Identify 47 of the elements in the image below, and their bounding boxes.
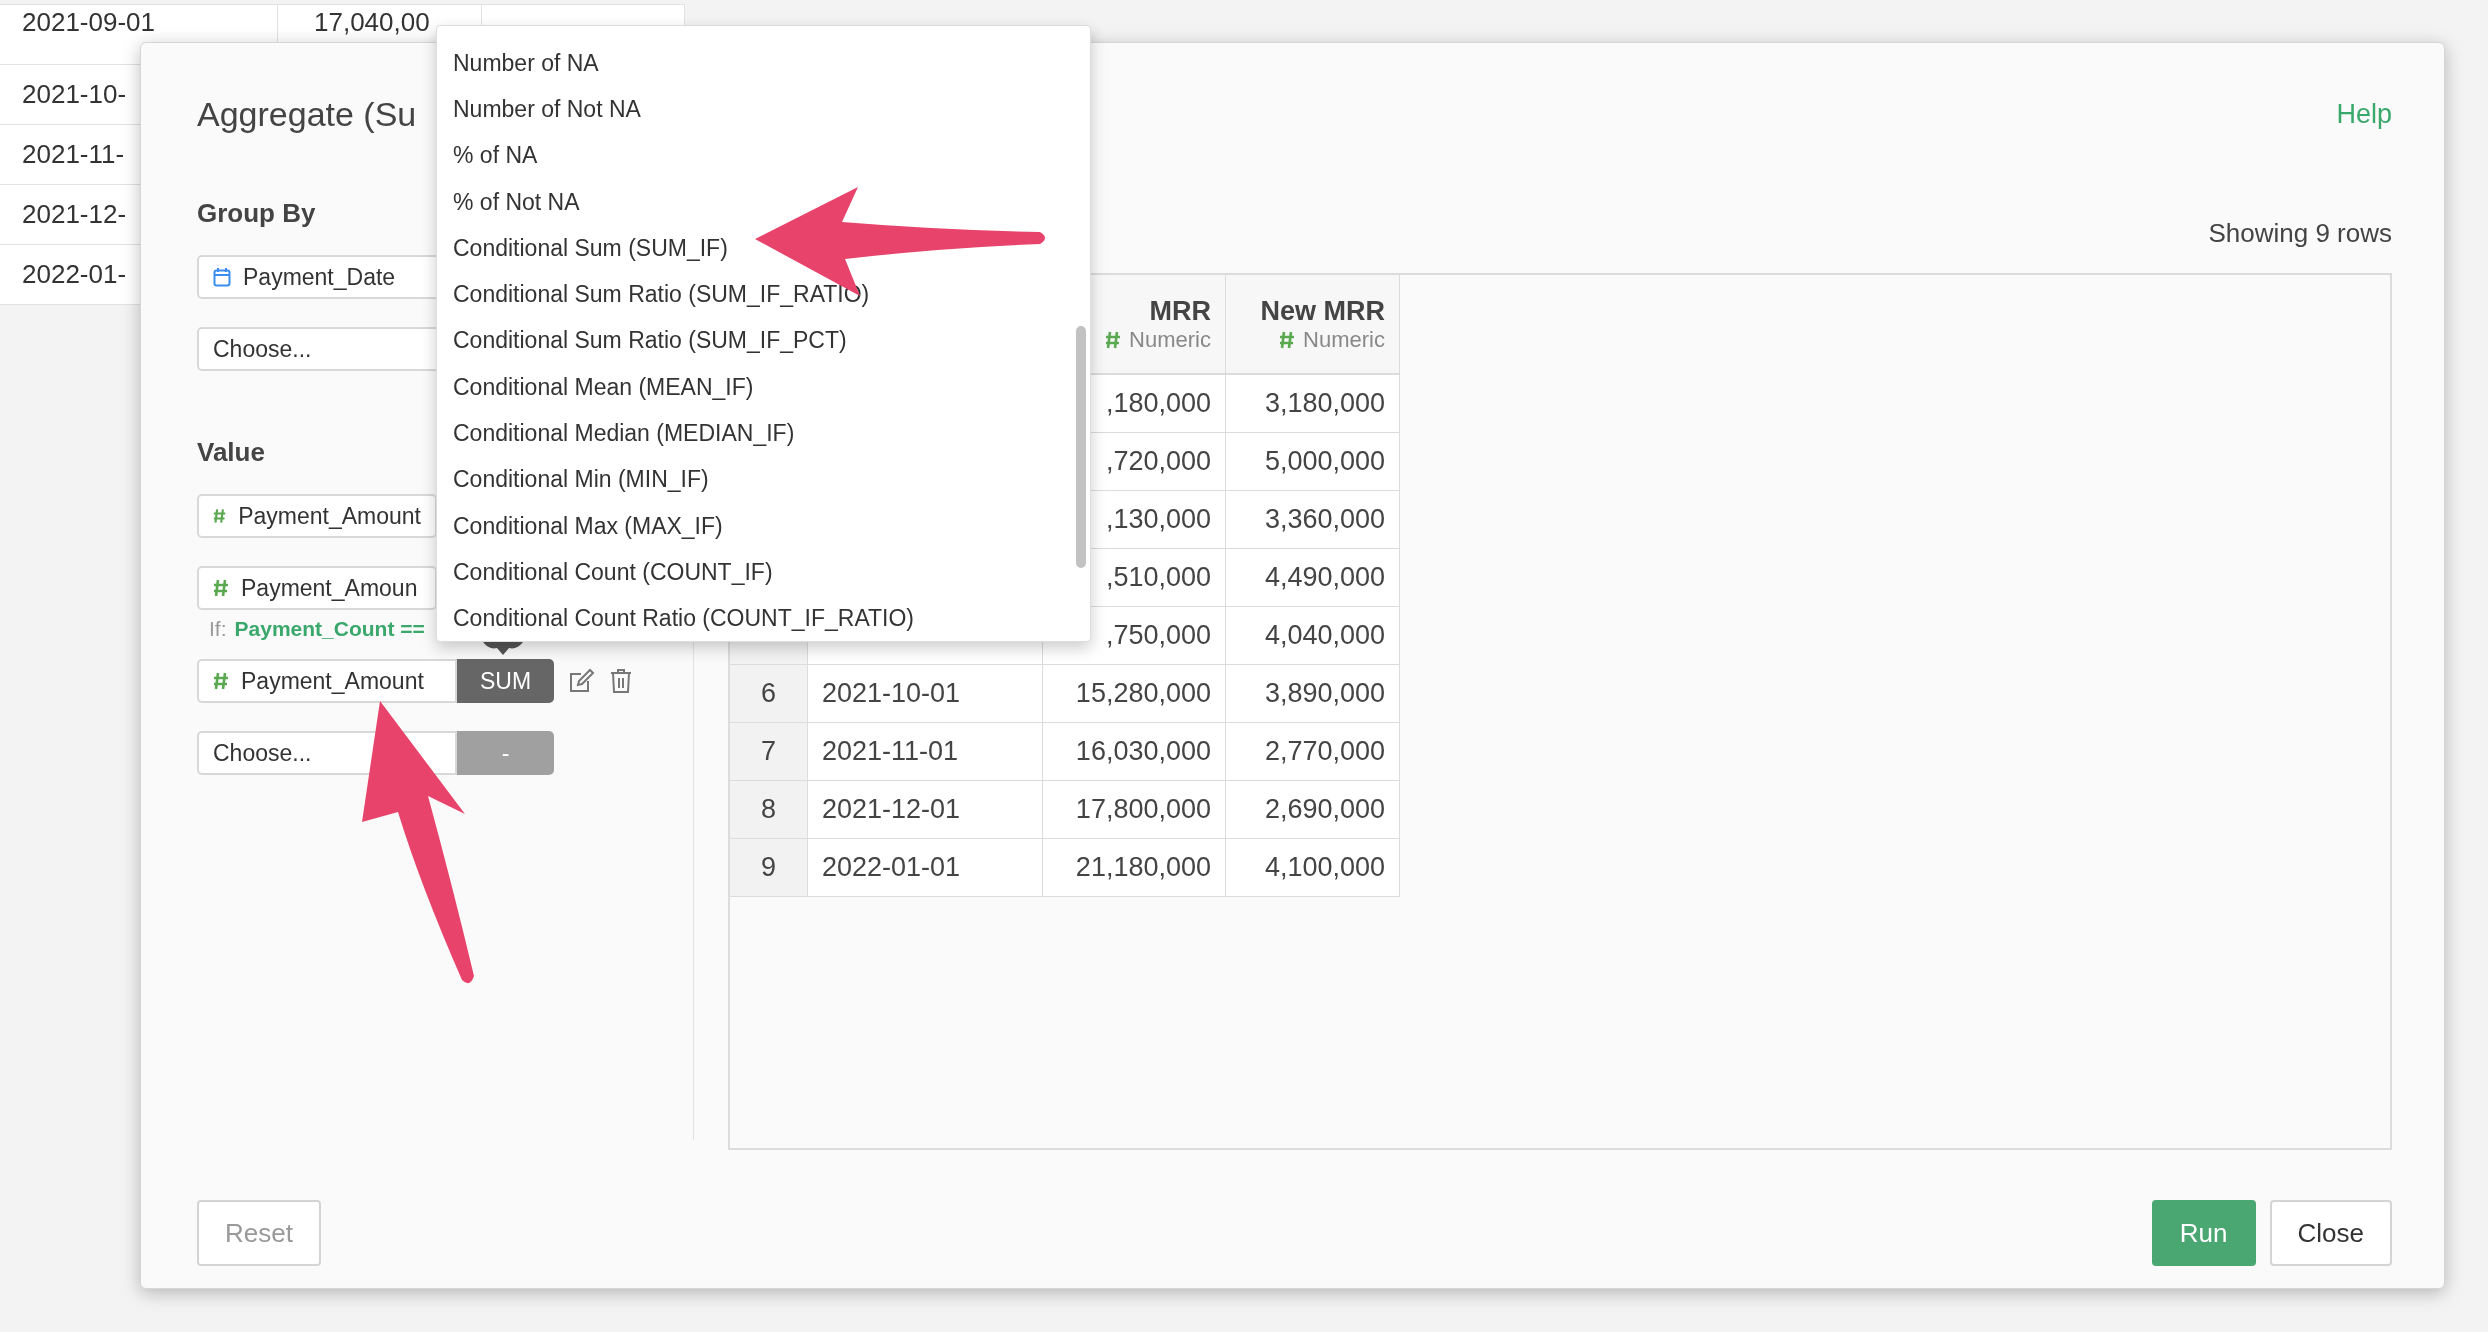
column-header: New MRR [1260, 295, 1385, 327]
table-cell: 3,180,000 [1226, 375, 1400, 433]
row-number: 9 [730, 839, 808, 897]
table-cell: 2,770,000 [1226, 723, 1400, 781]
table-cell: 21,180,000 [1043, 839, 1226, 897]
hash-icon [1279, 330, 1296, 349]
section-label: Value [197, 435, 265, 469]
column-type: Numeric [1129, 326, 1211, 353]
edit-icon[interactable] [568, 667, 596, 695]
table-cell: 3,360,000 [1226, 491, 1400, 549]
column-select[interactable]: Payment_Amoun [197, 566, 437, 610]
row-number: 6 [730, 665, 808, 723]
hash-icon [213, 507, 227, 525]
column-select[interactable]: Payment_Amount [197, 659, 457, 703]
table-cell: 4,100,000 [1226, 839, 1400, 897]
dropdown-item[interactable]: Number of Not NA [437, 86, 1090, 133]
table-cell: 5,000,000 [1226, 433, 1400, 491]
calendar-icon [213, 267, 231, 287]
column-select[interactable]: Payment_Amount [197, 494, 437, 538]
trash-icon[interactable] [610, 668, 632, 694]
table-cell: 2021-11-01 [808, 723, 1043, 781]
table-cell: 15,280,000 [1043, 665, 1226, 723]
dropdown-item[interactable]: % of NA [437, 132, 1090, 179]
close-button[interactable]: Close [2269, 1200, 2392, 1266]
table-cell: 17,800,000 [1043, 781, 1226, 839]
column-type: Numeric [1303, 326, 1385, 353]
tooltip-pointer [481, 642, 525, 656]
table-cell: 2021-12-01 [808, 781, 1043, 839]
hash-icon [1105, 330, 1122, 349]
hash-icon [213, 672, 229, 690]
condition-text: Payment_Count == [234, 617, 425, 641]
table-cell: 16,030,000 [1043, 723, 1226, 781]
row-number: 7 [730, 723, 808, 781]
table-cell: 2,690,000 [1226, 781, 1400, 839]
function-button[interactable]: SUM [457, 659, 554, 703]
table-cell: 4,040,000 [1226, 607, 1400, 665]
table-cell: 2021-10-01 [808, 665, 1043, 723]
dropdown-item[interactable]: % of Not NA [437, 178, 1090, 226]
table-cell: 2022-01-01 [808, 839, 1043, 897]
condition-label: If: [209, 617, 227, 641]
column-header: MRR [1149, 295, 1211, 327]
row-count: Showing 9 rows [2208, 216, 2392, 250]
scrollbar-thumb[interactable] [1076, 326, 1086, 568]
table-cell: 3,890,000 [1226, 665, 1400, 723]
row-number: 8 [730, 781, 808, 839]
hash-icon [213, 579, 229, 597]
table-cell: 4,490,000 [1226, 549, 1400, 607]
